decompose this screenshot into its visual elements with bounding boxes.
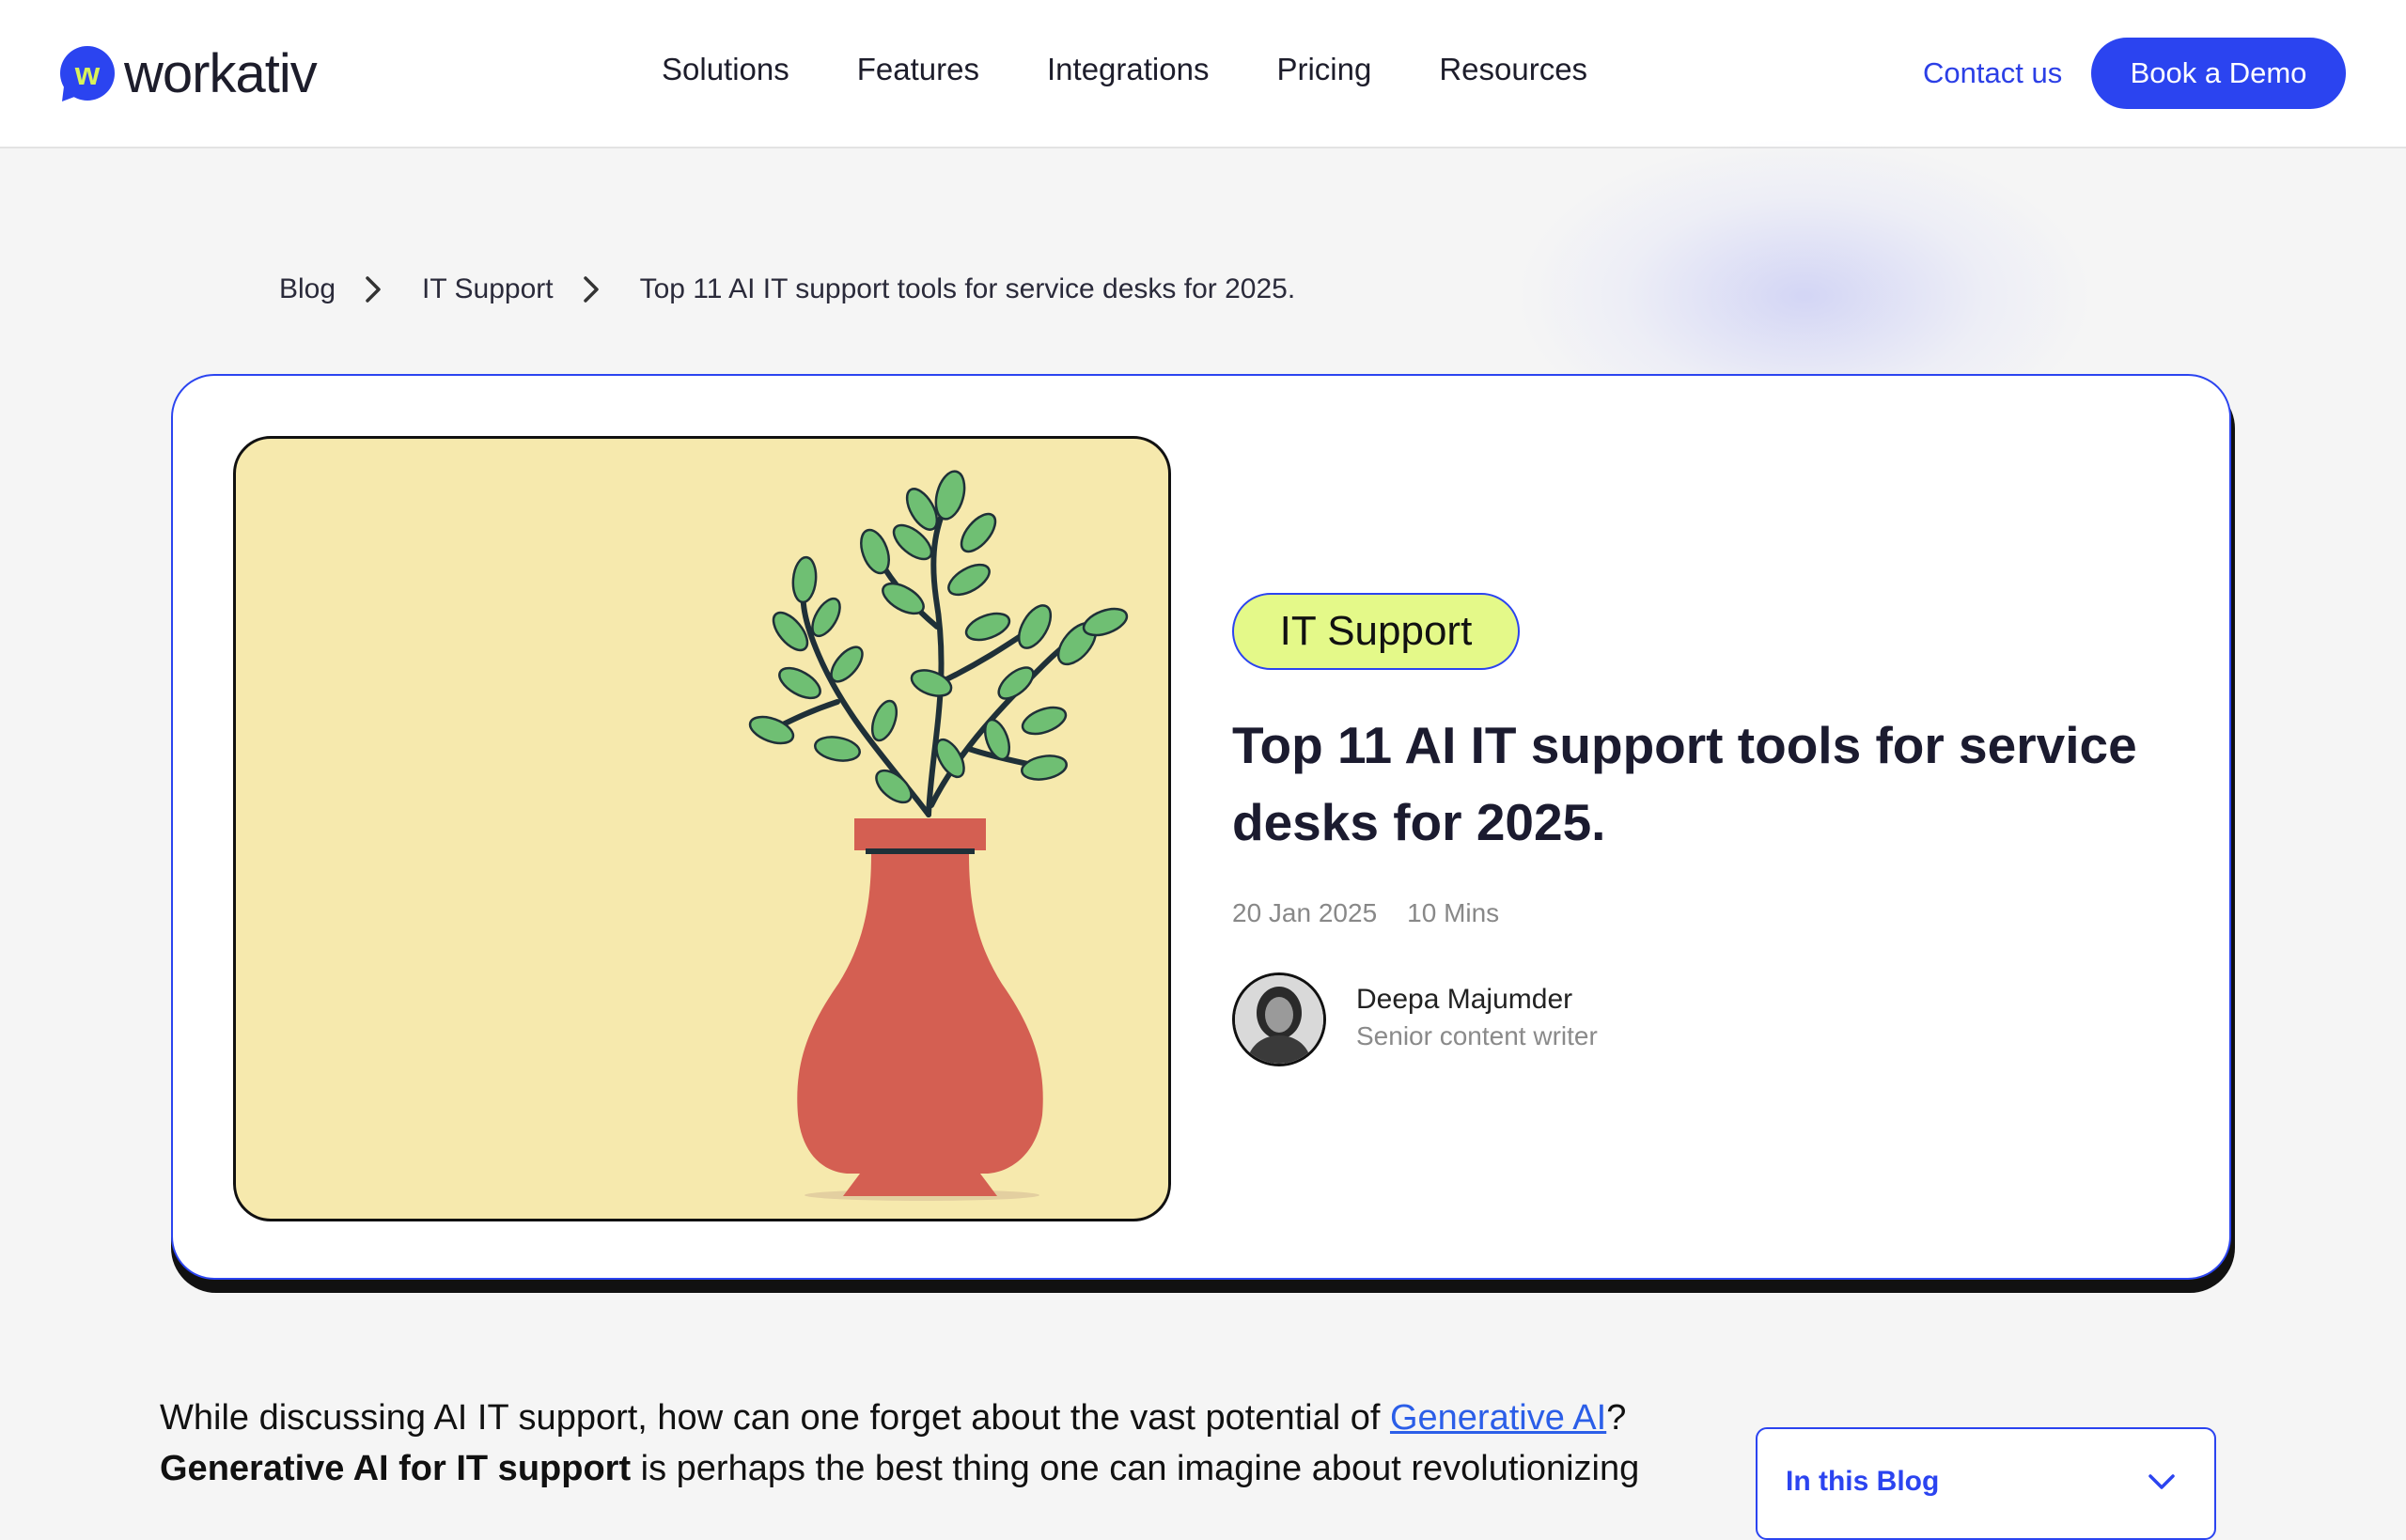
author-avatar [1232,972,1326,1066]
author-photo [1235,975,1323,1064]
main-nav: Solutions Features Integrations Pricing … [662,49,1655,90]
svg-text:w: w [74,56,101,92]
article-title: Top 11 AI IT support tools for service d… [1232,716,2137,851]
book-demo-button[interactable]: Book a Demo [2091,38,2346,109]
read-time: 10 Mins [1407,898,1500,927]
chevron-right-icon [366,276,381,303]
intro-text-1: While discussing AI IT support, how can … [160,1398,1390,1438]
intro-text-2: ? [1606,1398,1627,1438]
nav-resources[interactable]: Resources [1439,49,1587,90]
breadcrumb-current: Top 11 AI IT support tools for service d… [639,273,1296,304]
logo-text: workativ [124,43,318,104]
article-meta: 20 Jan 2025 10 Mins [1232,896,1499,930]
contact-us-link[interactable]: Contact us [1923,54,2062,92]
nav-integrations[interactable]: Integrations [1047,49,1209,90]
chevron-down-icon [2148,1474,2175,1489]
breadcrumb-blog[interactable]: Blog [279,271,336,308]
chevron-right-icon [583,276,599,303]
breadcrumb-it-support[interactable]: IT Support [422,271,554,308]
hero-illustration [233,436,1171,1221]
toc-label: In this Blog [1786,1466,1940,1497]
plant-vase-illustration [748,470,1129,1201]
publish-date: 20 Jan 2025 [1232,898,1378,927]
logo-mark-icon: w [60,46,115,101]
author-name: Deepa Majumder [1356,984,1573,1015]
nav-pricing[interactable]: Pricing [1276,49,1371,90]
breadcrumb: Blog IT Support Top 11 AI IT support too… [279,271,1295,308]
nav-features[interactable]: Features [857,49,979,90]
nav-solutions[interactable]: Solutions [662,49,789,90]
category-tag[interactable]: IT Support [1232,593,1520,670]
intro-text-3: is perhaps the best thing one can imagin… [631,1449,1640,1488]
article-intro: While discussing AI IT support, how can … [160,1392,1682,1494]
generative-ai-link[interactable]: Generative AI [1390,1398,1606,1438]
author-role: Senior content writer [1356,1021,1598,1050]
workativ-logo[interactable]: w workativ [58,43,318,105]
toc-dropdown[interactable]: In this Blog [1756,1427,2216,1540]
site-header: w workativ Solutions Features Integratio… [0,0,2406,148]
intro-bold-text: Generative AI for IT support [160,1449,632,1488]
